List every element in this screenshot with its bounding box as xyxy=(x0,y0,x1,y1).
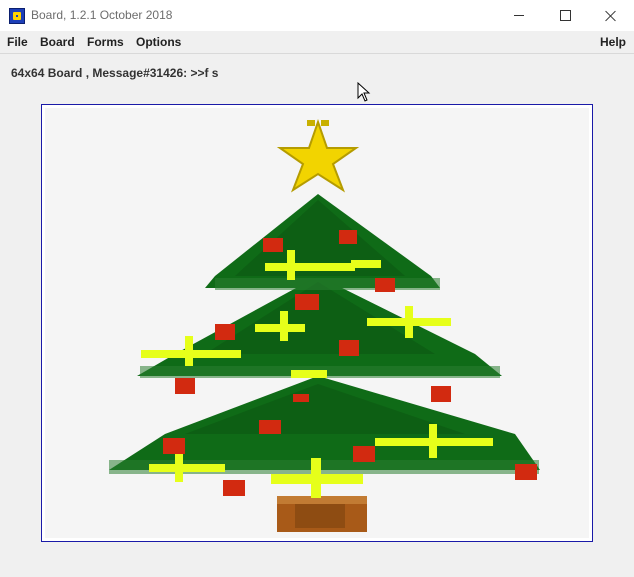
menu-bar: File Board Forms Options Help xyxy=(0,31,634,54)
tree-trunk xyxy=(277,496,367,532)
status-message: 64x64 Board , Message#31426: >>f s xyxy=(11,66,219,80)
board-app-icon[interactable] xyxy=(9,8,25,24)
app-window: Board, 1.2.1 October 2018 File Board For… xyxy=(0,0,634,577)
minimize-icon xyxy=(514,15,524,16)
menu-file[interactable]: File xyxy=(7,35,28,49)
minimize-button[interactable] xyxy=(496,0,542,31)
menu-forms[interactable]: Forms xyxy=(87,35,124,49)
mouse-pointer-icon xyxy=(357,82,371,102)
maximize-button[interactable] xyxy=(542,0,588,31)
board-canvas-area[interactable] xyxy=(45,108,589,538)
menu-help[interactable]: Help xyxy=(600,35,626,49)
window-title: Board, 1.2.1 October 2018 xyxy=(31,8,173,22)
title-bar[interactable]: Board, 1.2.1 October 2018 xyxy=(0,0,634,31)
board-frame[interactable] xyxy=(41,104,593,542)
close-icon xyxy=(605,10,617,22)
maximize-icon xyxy=(559,10,571,21)
close-button[interactable] xyxy=(588,0,634,31)
menu-options[interactable]: Options xyxy=(136,35,181,49)
menu-board[interactable]: Board xyxy=(40,35,75,49)
christmas-tree-image xyxy=(45,108,589,538)
